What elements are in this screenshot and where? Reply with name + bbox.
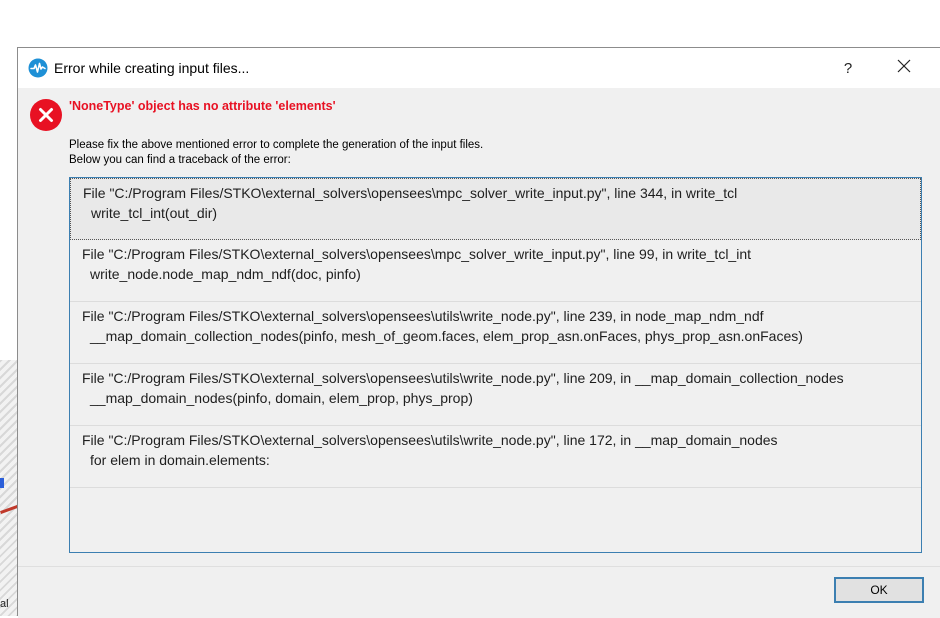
background-label: al xyxy=(0,598,9,610)
ok-button[interactable]: OK xyxy=(834,577,924,603)
error-dialog: Error while creating input files... ? 'N… xyxy=(17,47,940,618)
traceback-code-line: __map_domain_collection_nodes(pinfo, mes… xyxy=(90,328,803,344)
traceback-item[interactable]: File "C:/Program Files/STKO\external_sol… xyxy=(70,426,921,488)
traceback-item[interactable]: File "C:/Program Files/STKO\external_sol… xyxy=(70,364,921,426)
traceback-code-line: __map_domain_nodes(pinfo, domain, elem_p… xyxy=(90,390,473,406)
dialog-footer xyxy=(18,566,940,618)
error-circle-x-icon xyxy=(30,99,62,131)
traceback-item[interactable]: File "C:/Program Files/STKO\external_sol… xyxy=(70,240,921,302)
traceback-code-line: write_node.node_map_ndm_ndf(doc, pinfo) xyxy=(90,266,361,282)
traceback-file-line: File "C:/Program Files/STKO\external_sol… xyxy=(82,370,844,386)
traceback-item[interactable]: File "C:/Program Files/STKO\external_sol… xyxy=(70,178,921,240)
help-button[interactable]: ? xyxy=(828,48,868,88)
close-icon xyxy=(897,59,911,78)
error-message: 'NoneType' object has no attribute 'elem… xyxy=(69,99,336,113)
axis-z-indicator xyxy=(0,478,4,488)
instruction-line: Please fix the above mentioned error to … xyxy=(69,139,484,151)
close-button[interactable] xyxy=(884,48,924,88)
dialog-title: Error while creating input files... xyxy=(54,60,250,76)
waveform-icon xyxy=(28,58,48,78)
instructions-text: Please fix the above mentioned error to … xyxy=(69,138,483,168)
traceback-item[interactable]: File "C:/Program Files/STKO\external_sol… xyxy=(70,302,921,364)
traceback-code-line: write_tcl_int(out_dir) xyxy=(91,205,218,221)
traceback-list[interactable]: File "C:/Program Files/STKO\external_sol… xyxy=(69,177,922,553)
instruction-line: Below you can find a traceback of the er… xyxy=(69,154,291,166)
traceback-file-line: File "C:/Program Files/STKO\external_sol… xyxy=(83,185,738,201)
background-app-viewport xyxy=(0,360,18,616)
traceback-file-line: File "C:/Program Files/STKO\external_sol… xyxy=(82,432,778,448)
traceback-file-line: File "C:/Program Files/STKO\external_sol… xyxy=(82,308,764,324)
traceback-code-line: for elem in domain.elements: xyxy=(90,452,270,468)
traceback-file-line: File "C:/Program Files/STKO\external_sol… xyxy=(82,246,751,262)
dialog-titlebar[interactable]: Error while creating input files... ? xyxy=(18,48,940,88)
